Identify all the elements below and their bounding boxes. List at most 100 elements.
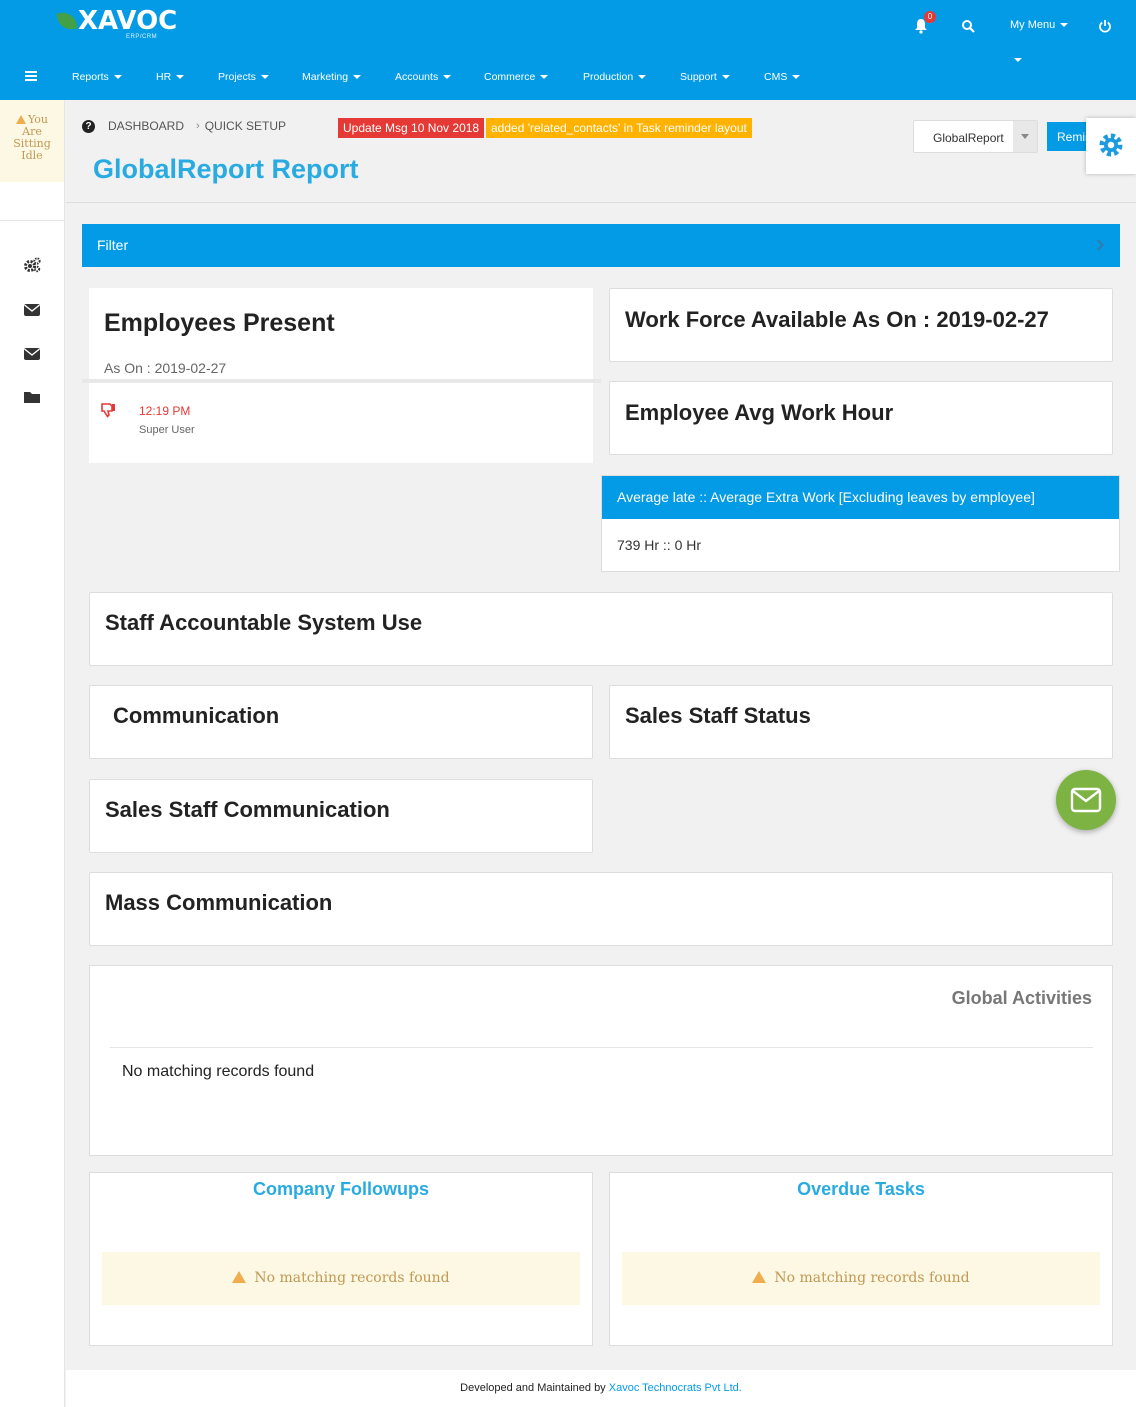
chevron-down-icon	[353, 75, 362, 80]
employees-present-card: Employees Present As On : 2019-02-27	[89, 288, 593, 463]
average-late-value: 739 Hr :: 0 Hr	[617, 537, 702, 553]
communication-card: Communication	[89, 685, 593, 759]
app-logo[interactable]: XAVOC ERP/CRM	[56, 6, 178, 40]
nav-label: Marketing	[302, 71, 349, 83]
chevron-down-icon[interactable]	[1014, 58, 1022, 62]
nav-accounts[interactable]: Accounts	[395, 71, 452, 83]
search-icon[interactable]	[961, 19, 975, 33]
nav-label: Accounts	[395, 71, 439, 83]
chevron-down-icon	[113, 75, 122, 80]
nav-label: Commerce	[484, 71, 536, 83]
empty-text: No matching records found	[254, 1270, 450, 1286]
folder-icon[interactable]	[23, 389, 41, 405]
filter-label: Filter	[97, 237, 129, 253]
nav-label: Reports	[72, 71, 109, 83]
top-bar: XAVOC ERP/CRM 0 My Menu Reports HR Proje…	[0, 0, 1136, 100]
attendance-user: Super User	[139, 424, 195, 436]
attendance-time: 12:19 PM	[139, 404, 191, 418]
nav-hr[interactable]: HR	[156, 71, 185, 83]
nav-label: HR	[156, 71, 172, 83]
nav-cms[interactable]: CMS	[764, 71, 801, 83]
avg-work-hour-card: Employee Avg Work Hour	[609, 381, 1113, 455]
nav-production[interactable]: Production	[583, 71, 647, 83]
envelope-icon[interactable]	[23, 302, 41, 318]
breadcrumb: ? DASHBOARD › QUICK SETUP	[82, 119, 298, 133]
envelope-icon[interactable]	[23, 346, 41, 362]
compose-mail-button[interactable]	[1056, 770, 1116, 830]
chevron-down-icon	[1013, 121, 1037, 152]
gear-icon	[1099, 133, 1123, 157]
divider	[82, 379, 601, 383]
work-force-card: Work Force Available As On : 2019-02-27	[609, 288, 1113, 362]
sales-staff-status-title: Sales Staff Status	[625, 703, 811, 728]
mass-communication-card: Mass Communication	[89, 872, 1113, 946]
hamburger-menu-icon[interactable]	[25, 71, 37, 81]
settings-button[interactable]	[1086, 118, 1136, 174]
global-activities-title: Global Activities	[951, 988, 1092, 1008]
sidebar-divider	[0, 220, 64, 221]
report-select-value: GlobalReport	[933, 131, 1004, 145]
logo-text: XAVOC	[78, 6, 178, 36]
help-icon[interactable]: ?	[82, 119, 95, 133]
report-select[interactable]: GlobalReport	[913, 120, 1038, 153]
employees-present-title: Employees Present	[104, 309, 335, 337]
company-followups-card: Company Followups No matching records fo…	[89, 1172, 593, 1346]
my-menu-dropdown[interactable]: My Menu	[1010, 19, 1069, 31]
update-msg-label: Update Msg 10 Nov 2018	[338, 118, 485, 138]
update-msg-text: added 'related_contacts' in Task reminde…	[486, 118, 752, 138]
nav-marketing[interactable]: Marketing	[302, 71, 362, 83]
company-followups-title: Company Followups	[252, 1179, 429, 1199]
warning-icon	[232, 1271, 247, 1283]
warning-icon	[752, 1271, 767, 1283]
gears-icon[interactable]	[23, 257, 41, 273]
chevron-down-icon	[176, 75, 185, 80]
nav-projects[interactable]: Projects	[218, 71, 269, 83]
page-title: GlobalReport Report	[93, 154, 359, 184]
empty-text: No matching records found	[774, 1270, 970, 1286]
divider	[110, 1047, 1093, 1048]
chevron-down-icon	[638, 75, 647, 80]
footer-text: Developed and Maintained by	[460, 1382, 606, 1394]
nav-commerce[interactable]: Commerce	[484, 71, 549, 83]
communication-title: Communication	[113, 703, 280, 728]
nav-reports[interactable]: Reports	[72, 71, 122, 83]
warning-icon	[15, 115, 26, 124]
breadcrumb-quick-setup[interactable]: QUICK SETUP	[205, 119, 286, 133]
overdue-tasks-empty-alert: No matching records found	[622, 1252, 1100, 1305]
chevron-down-icon	[792, 75, 801, 80]
chevron-down-icon	[260, 75, 269, 80]
avg-work-hour-title: Employee Avg Work Hour	[625, 400, 894, 425]
chevron-down-icon	[721, 75, 730, 80]
header-divider	[66, 202, 1136, 203]
chevron-right-icon	[1096, 239, 1104, 251]
idle-text: Idle	[21, 149, 43, 162]
staff-accountable-card: Staff Accountable System Use	[89, 592, 1113, 666]
global-activities-empty: No matching records found	[122, 1063, 315, 1080]
nav-support[interactable]: Support	[680, 71, 730, 83]
staff-accountable-title: Staff Accountable System Use	[105, 610, 423, 635]
envelope-icon	[1070, 787, 1102, 813]
nav-label: CMS	[764, 71, 788, 83]
sales-staff-communication-card: Sales Staff Communication	[89, 779, 593, 853]
nav-label: Support	[680, 71, 717, 83]
chevron-down-icon	[540, 75, 549, 80]
leaf-icon	[56, 10, 78, 32]
breadcrumb-dashboard[interactable]: DASHBOARD	[108, 119, 184, 133]
sales-staff-status-card: Sales Staff Status	[609, 685, 1113, 759]
employees-present-date: As On : 2019-02-27	[104, 360, 227, 376]
my-menu-label: My Menu	[1010, 19, 1056, 31]
footer-company-link[interactable]: Xavoc Technocrats Pvt Ltd.	[609, 1382, 742, 1394]
power-icon[interactable]	[1098, 19, 1112, 33]
notification-count-badge: 0	[924, 11, 936, 23]
average-late-panel: Average late :: Average Extra Work [Excl…	[601, 475, 1120, 572]
chevron-right-icon: ›	[196, 120, 200, 132]
global-activities-card: Global Activities No matching records fo…	[89, 965, 1113, 1156]
sales-staff-communication-title: Sales Staff Communication	[105, 797, 390, 822]
nav-label: Production	[583, 71, 634, 83]
overdue-tasks-title: Overdue Tasks	[797, 1179, 925, 1199]
nav-label: Projects	[218, 71, 256, 83]
filter-panel-toggle[interactable]: Filter	[82, 224, 1120, 267]
chevron-down-icon	[1060, 23, 1069, 28]
footer: Developed and Maintained by Xavoc Techno…	[66, 1370, 1136, 1407]
thumbs-down-icon	[101, 403, 115, 418]
